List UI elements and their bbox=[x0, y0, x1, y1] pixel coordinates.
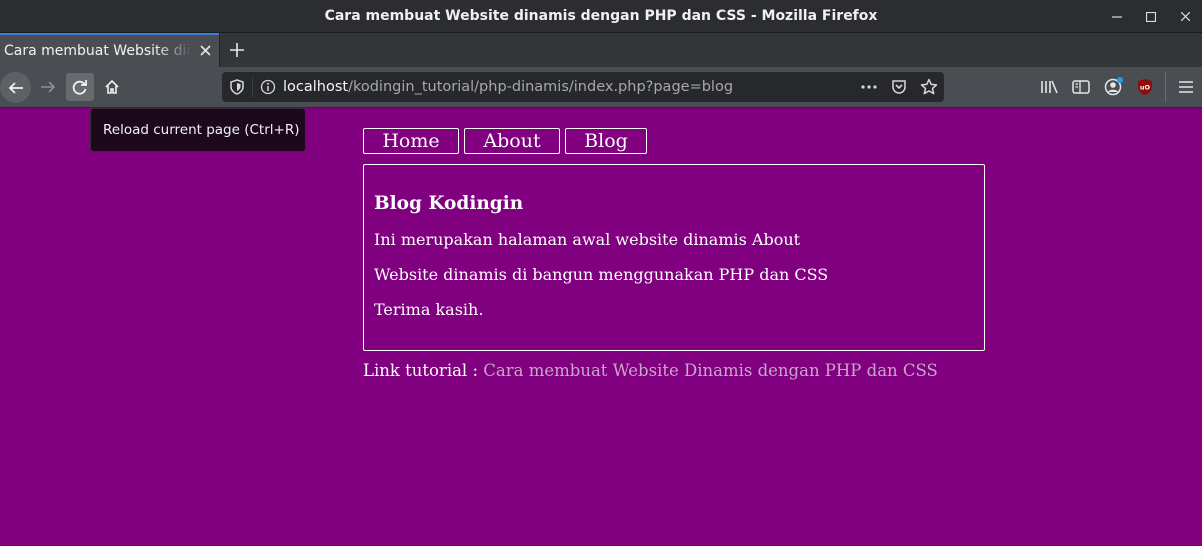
footer-prefix: Link tutorial : bbox=[363, 361, 484, 380]
content-paragraph: Terima kasih. bbox=[374, 300, 484, 319]
tab-close-button[interactable] bbox=[200, 41, 211, 60]
tab-label: Cara membuat Website dinamis dengan PHP … bbox=[4, 43, 192, 59]
svg-text:uO: uO bbox=[1140, 84, 1151, 92]
more-icon bbox=[861, 85, 877, 89]
star-icon bbox=[920, 78, 938, 95]
window-title: Cara membuat Website dinamis dengan PHP … bbox=[324, 8, 878, 24]
tutorial-link[interactable]: Cara membuat Website Dinamis dengan PHP … bbox=[483, 361, 938, 380]
reload-icon bbox=[72, 80, 87, 95]
arrow-right-icon bbox=[41, 81, 56, 93]
account-button[interactable] bbox=[1097, 71, 1129, 103]
maximize-button[interactable] bbox=[1134, 0, 1168, 33]
pocket-icon bbox=[892, 80, 906, 94]
arrow-left-icon bbox=[8, 81, 23, 94]
close-icon bbox=[1180, 12, 1190, 21]
bookmark-button[interactable] bbox=[918, 76, 940, 98]
close-icon bbox=[200, 45, 211, 56]
sidebar-icon bbox=[1072, 80, 1090, 94]
url-host: localhost bbox=[283, 79, 349, 95]
close-window-button[interactable] bbox=[1168, 0, 1202, 33]
page-content: Home About Blog Blog Kodingin Ini merupa… bbox=[363, 128, 985, 380]
notification-badge bbox=[1117, 77, 1123, 83]
ublock-icon: uO bbox=[1138, 79, 1152, 95]
back-button[interactable] bbox=[0, 72, 31, 103]
site-info-button[interactable] bbox=[253, 79, 283, 95]
toolbar-divider bbox=[1165, 72, 1166, 102]
ublock-button[interactable]: uO bbox=[1129, 71, 1161, 103]
content-heading: Blog Kodingin bbox=[374, 193, 524, 214]
pocket-button[interactable] bbox=[888, 76, 910, 98]
forward-button[interactable] bbox=[34, 72, 62, 102]
reload-button[interactable] bbox=[66, 73, 94, 101]
url-actions bbox=[858, 72, 940, 102]
footer: Link tutorial : Cara membuat Website Din… bbox=[363, 361, 985, 380]
new-tab-button[interactable] bbox=[219, 33, 253, 67]
page-actions-button[interactable] bbox=[858, 76, 880, 98]
home-button[interactable] bbox=[98, 73, 126, 101]
content-paragraph: Website dinamis di bangun menggunakan PH… bbox=[374, 265, 829, 284]
menu-home-link[interactable]: Home bbox=[363, 128, 459, 154]
shield-icon bbox=[230, 79, 244, 95]
home-icon bbox=[105, 79, 119, 94]
library-button[interactable] bbox=[1033, 71, 1065, 103]
content-paragraph: Ini merupakan halaman awal website dinam… bbox=[374, 230, 801, 249]
info-icon bbox=[260, 79, 276, 95]
navigation-toolbar: localhost/kodingin_tutorial/php-dinamis/… bbox=[0, 67, 1202, 108]
menu-about-link[interactable]: About bbox=[464, 128, 560, 154]
library-icon bbox=[1041, 80, 1058, 94]
window-controls bbox=[1100, 0, 1202, 33]
toolbar-right: uO bbox=[1033, 67, 1202, 107]
content-box: Blog Kodingin Ini merupakan halaman awal… bbox=[363, 164, 985, 351]
sidebar-button[interactable] bbox=[1065, 71, 1097, 103]
window-titlebar: Cara membuat Website dinamis dengan PHP … bbox=[0, 0, 1202, 33]
maximize-icon bbox=[1146, 11, 1156, 22]
minimize-button[interactable] bbox=[1100, 0, 1134, 33]
reload-tooltip: Reload current page (Ctrl+R) bbox=[90, 108, 306, 152]
tooltip-text: Reload current page (Ctrl+R) bbox=[103, 122, 300, 138]
tracking-protection-button[interactable] bbox=[222, 79, 252, 95]
plus-icon bbox=[229, 43, 244, 57]
url-path: /kodingin_tutorial/php-dinamis/index.php… bbox=[348, 79, 734, 95]
site-menu: Home About Blog bbox=[363, 128, 985, 154]
url-bar[interactable]: localhost/kodingin_tutorial/php-dinamis/… bbox=[222, 72, 944, 102]
app-menu-button[interactable] bbox=[1170, 71, 1202, 103]
minimize-icon bbox=[1112, 15, 1122, 18]
tab-bar: Cara membuat Website dinamis dengan PHP … bbox=[0, 33, 1202, 67]
tab-active[interactable]: Cara membuat Website dinamis dengan PHP … bbox=[0, 33, 219, 67]
menu-blog-link[interactable]: Blog bbox=[565, 128, 647, 154]
hamburger-menu-icon bbox=[1179, 81, 1193, 93]
url-text[interactable]: localhost/kodingin_tutorial/php-dinamis/… bbox=[283, 79, 733, 95]
